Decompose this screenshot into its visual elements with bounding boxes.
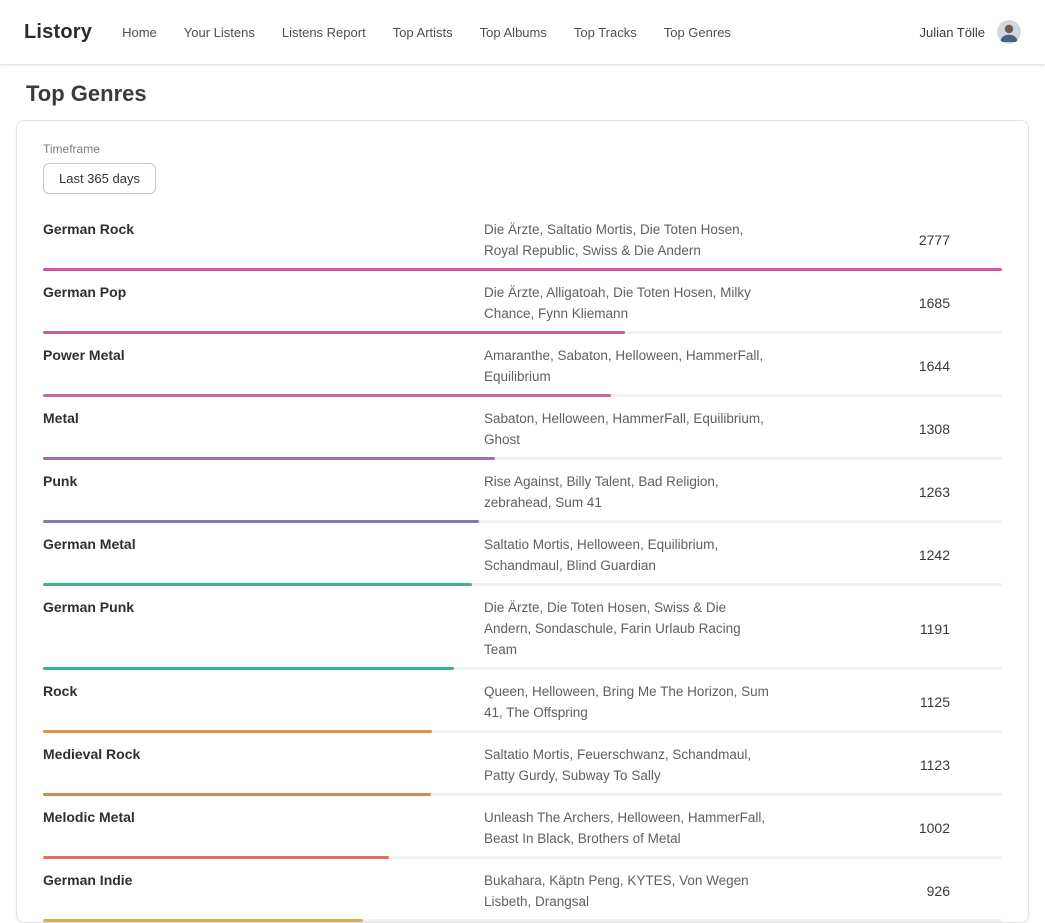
nav-item-home[interactable]: Home bbox=[122, 25, 157, 40]
genre-count: 2777 bbox=[779, 232, 1002, 248]
genre-row: Power Metal Amaranthe, Sabaton, Hellowee… bbox=[17, 334, 1028, 397]
genre-artists: Die Ärzte, Die Toten Hosen, Swiss & Die … bbox=[484, 597, 779, 660]
app-logo[interactable]: Listory bbox=[24, 21, 92, 44]
genre-bar-track bbox=[43, 919, 1002, 922]
genre-count: 1002 bbox=[779, 820, 1002, 836]
genre-artists: Unleash The Archers, Helloween, HammerFa… bbox=[484, 807, 779, 849]
genre-name: Power Metal bbox=[43, 345, 484, 363]
genre-name: German Indie bbox=[43, 870, 484, 888]
genre-artists: Die Ärzte, Alligatoah, Die Toten Hosen, … bbox=[484, 282, 779, 324]
genre-row: Rock Queen, Helloween, Bring Me The Hori… bbox=[17, 670, 1028, 733]
genre-row: German Rock Die Ärzte, Saltatio Mortis, … bbox=[17, 208, 1028, 271]
user-name: Julian Tölle bbox=[919, 25, 985, 40]
genre-artists: Queen, Helloween, Bring Me The Horizon, … bbox=[484, 681, 779, 723]
genre-name: German Rock bbox=[43, 219, 484, 237]
genre-name: German Punk bbox=[43, 597, 484, 615]
top-genres-card: Timeframe Last 365 days German Rock Die … bbox=[16, 120, 1029, 923]
genre-count: 1191 bbox=[779, 621, 1002, 637]
genre-row: Punk Rise Against, Billy Talent, Bad Rel… bbox=[17, 460, 1028, 523]
genre-count: 926 bbox=[779, 883, 1002, 899]
genre-artists: Saltatio Mortis, Feuerschwanz, Schandmau… bbox=[484, 744, 779, 786]
user-menu[interactable]: Julian Tölle bbox=[919, 20, 1021, 44]
genre-row: Medieval Rock Saltatio Mortis, Feuerschw… bbox=[17, 733, 1028, 796]
genre-row: Melodic Metal Unleash The Archers, Hello… bbox=[17, 796, 1028, 859]
genre-count: 1125 bbox=[779, 694, 1002, 710]
genre-artists: Amaranthe, Sabaton, Helloween, HammerFal… bbox=[484, 345, 779, 387]
genre-name: Medieval Rock bbox=[43, 744, 484, 762]
nav-item-top-genres[interactable]: Top Genres bbox=[664, 25, 731, 40]
genre-name: Metal bbox=[43, 408, 484, 426]
avatar[interactable] bbox=[997, 20, 1021, 44]
genre-row: German Indie Bukahara, Käptn Peng, KYTES… bbox=[17, 859, 1028, 922]
genre-artists: Die Ärzte, Saltatio Mortis, Die Toten Ho… bbox=[484, 219, 779, 261]
genre-artists: Bukahara, Käptn Peng, KYTES, Von Wegen L… bbox=[484, 870, 779, 912]
genre-name: Melodic Metal bbox=[43, 807, 484, 825]
genre-name: German Pop bbox=[43, 282, 484, 300]
genre-row: German Metal Saltatio Mortis, Helloween,… bbox=[17, 523, 1028, 586]
top-nav: Listory Home Your Listens Listens Report… bbox=[0, 0, 1045, 64]
genre-name: Rock bbox=[43, 681, 484, 699]
nav-item-your-listens[interactable]: Your Listens bbox=[184, 25, 255, 40]
genre-bar bbox=[43, 919, 363, 922]
genre-row: German Punk Die Ärzte, Die Toten Hosen, … bbox=[17, 586, 1028, 670]
timeframe-label: Timeframe bbox=[43, 142, 1002, 156]
page-title: Top Genres bbox=[26, 81, 1019, 107]
genre-count: 1685 bbox=[779, 295, 1002, 311]
nav-item-listens-report[interactable]: Listens Report bbox=[282, 25, 366, 40]
timeframe-filter: Timeframe Last 365 days bbox=[17, 142, 1028, 194]
nav-item-top-artists[interactable]: Top Artists bbox=[393, 25, 453, 40]
nav-links: Home Your Listens Listens Report Top Art… bbox=[122, 25, 731, 40]
genre-count: 1242 bbox=[779, 547, 1002, 563]
genre-count: 1263 bbox=[779, 484, 1002, 500]
genre-count: 1644 bbox=[779, 358, 1002, 374]
genre-count: 1123 bbox=[779, 757, 1002, 773]
timeframe-select[interactable]: Last 365 days bbox=[43, 163, 156, 194]
genre-name: German Metal bbox=[43, 534, 484, 552]
genre-artists: Rise Against, Billy Talent, Bad Religion… bbox=[484, 471, 779, 513]
genre-table: German Rock Die Ärzte, Saltatio Mortis, … bbox=[17, 208, 1028, 922]
genre-artists: Saltatio Mortis, Helloween, Equilibrium,… bbox=[484, 534, 779, 576]
genre-count: 1308 bbox=[779, 421, 1002, 437]
genre-row: German Pop Die Ärzte, Alligatoah, Die To… bbox=[17, 271, 1028, 334]
nav-item-top-tracks[interactable]: Top Tracks bbox=[574, 25, 637, 40]
genre-row: Metal Sabaton, Helloween, HammerFall, Eq… bbox=[17, 397, 1028, 460]
genre-name: Punk bbox=[43, 471, 484, 489]
genre-artists: Sabaton, Helloween, HammerFall, Equilibr… bbox=[484, 408, 779, 450]
nav-item-top-albums[interactable]: Top Albums bbox=[480, 25, 547, 40]
